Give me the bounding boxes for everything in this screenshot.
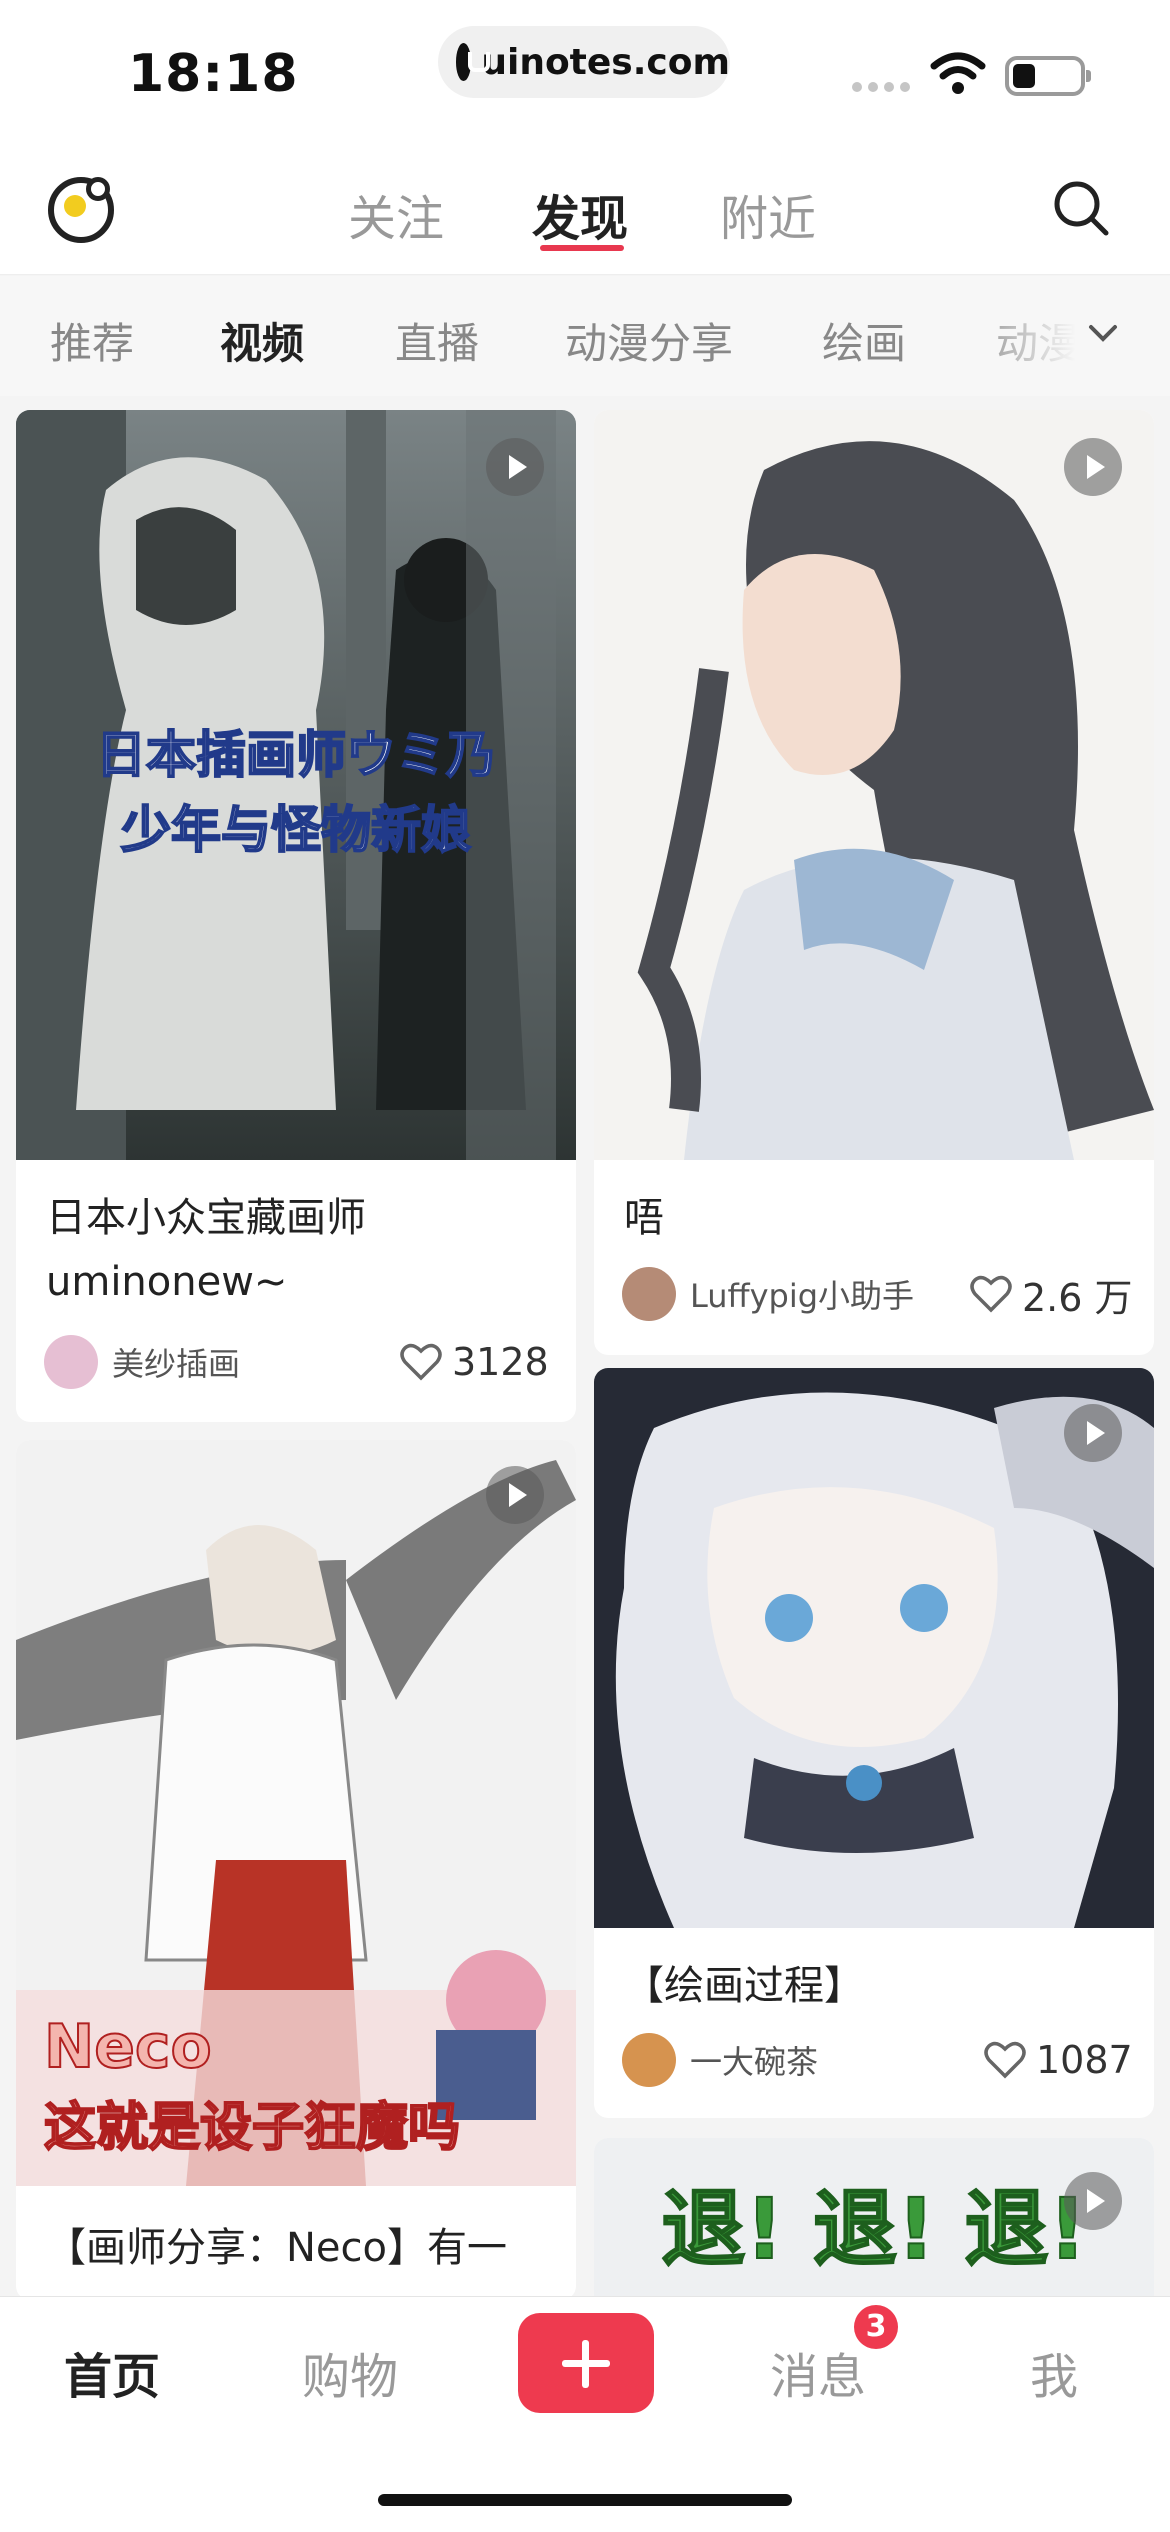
camera-logo-icon[interactable] [48, 177, 114, 243]
heart-icon [400, 1343, 442, 1381]
url-text: uinotes.com [481, 41, 730, 83]
cover-overlay-line1: Neco [43, 2011, 213, 2083]
cover-overlay-line2: 这就是设子狂魔吗 [43, 2097, 461, 2159]
add-post-button[interactable] [518, 2313, 654, 2413]
author-name: Luffypig小助手 [690, 1277, 915, 1315]
like-count: 1087 [1036, 2038, 1133, 2082]
lock-icon [456, 43, 491, 81]
author-name: 一大碗茶 [690, 2043, 819, 2081]
feed-card[interactable]: 【绘画过程】 一大碗茶 1087 [594, 1368, 1154, 2118]
category-video[interactable]: 视频 [220, 310, 304, 371]
heart-icon [970, 1275, 1012, 1313]
tab-discover[interactable]: 发现 [532, 179, 628, 249]
wifi-icon [930, 52, 986, 94]
tab-nearby[interactable]: 附近 [720, 179, 816, 249]
battery-icon [1005, 56, 1091, 96]
heart-icon [984, 2041, 1026, 2079]
cover-overlay-line1: 日本插画师ウミ乃 [95, 725, 497, 785]
play-icon [1064, 2172, 1122, 2230]
cellular-signal-icon [852, 82, 910, 92]
author-row[interactable]: Luffypig小助手 [622, 1266, 914, 1322]
author-name: 美纱插画 [112, 1345, 241, 1383]
play-icon [486, 438, 544, 496]
category-anime-share[interactable]: 动漫分享 [565, 310, 733, 371]
tab-me[interactable]: 我 [1030, 2337, 1078, 2407]
message-badge: 3 [854, 2305, 898, 2349]
card-title-line1: 日本小众宝藏画师 [46, 1195, 366, 1241]
card-title: 【画师分享：Neco】有一 [46, 2225, 507, 2271]
like-button[interactable]: 1087 [984, 2032, 1133, 2088]
play-icon [1064, 1404, 1122, 1462]
category-recommend[interactable]: 推荐 [50, 310, 134, 371]
feed-card[interactable]: 唔 Luffypig小助手 2.6 万 [594, 410, 1154, 1355]
like-count: 3128 [452, 1340, 549, 1384]
like-count: 2.6 万 [1022, 1275, 1133, 1320]
category-bar: 推荐 视频 直播 动漫分享 绘画 动漫 [0, 276, 1170, 396]
like-button[interactable]: 3128 [400, 1334, 549, 1390]
tab-messages[interactable]: 消息 [770, 2337, 866, 2407]
avatar [622, 2033, 676, 2087]
tab-shopping[interactable]: 购物 [302, 2337, 398, 2407]
card-title: 【绘画过程】 [624, 1963, 864, 2009]
cover-image [594, 410, 1154, 1160]
avatar [622, 1267, 676, 1321]
play-icon [1064, 438, 1122, 496]
status-time: 18:18 [128, 44, 299, 104]
avatar [44, 1335, 98, 1389]
category-drawing[interactable]: 绘画 [822, 310, 906, 371]
tab-follow[interactable]: 关注 [348, 179, 444, 249]
chevron-down-icon[interactable] [1088, 318, 1118, 348]
cover-overlay-line2: 少年与怪物新娘 [120, 800, 472, 860]
cover-image [594, 1368, 1154, 1928]
search-icon[interactable] [1052, 179, 1110, 237]
card-title: 唔 [624, 1195, 664, 1241]
active-tab-indicator [540, 245, 624, 251]
feed-card[interactable]: 日本插画师ウミ乃 少年与怪物新娘 日本小众宝藏画师 uminonew~ 美纱插画… [16, 410, 576, 1422]
category-live[interactable]: 直播 [395, 310, 479, 371]
top-nav: 关注 发现 附近 [0, 145, 1170, 275]
home-indicator [378, 2494, 792, 2506]
feed-card[interactable]: Neco 这就是设子狂魔吗 【画师分享：Neco】有一 [16, 1440, 576, 2300]
play-icon [486, 1466, 544, 1524]
cover-overlay: 退! 退! 退! [660, 2179, 1087, 2279]
author-row[interactable]: 美纱插画 [44, 1334, 240, 1390]
tab-home[interactable]: 首页 [64, 2337, 160, 2407]
status-bar: 18:18 uinotes.com [0, 0, 1170, 145]
card-title-line2: uminonew~ [46, 1259, 288, 1305]
like-button[interactable]: 2.6 万 [970, 1266, 1133, 1322]
url-pill[interactable]: uinotes.com [438, 26, 730, 98]
author-row[interactable]: 一大碗茶 [622, 2032, 818, 2088]
